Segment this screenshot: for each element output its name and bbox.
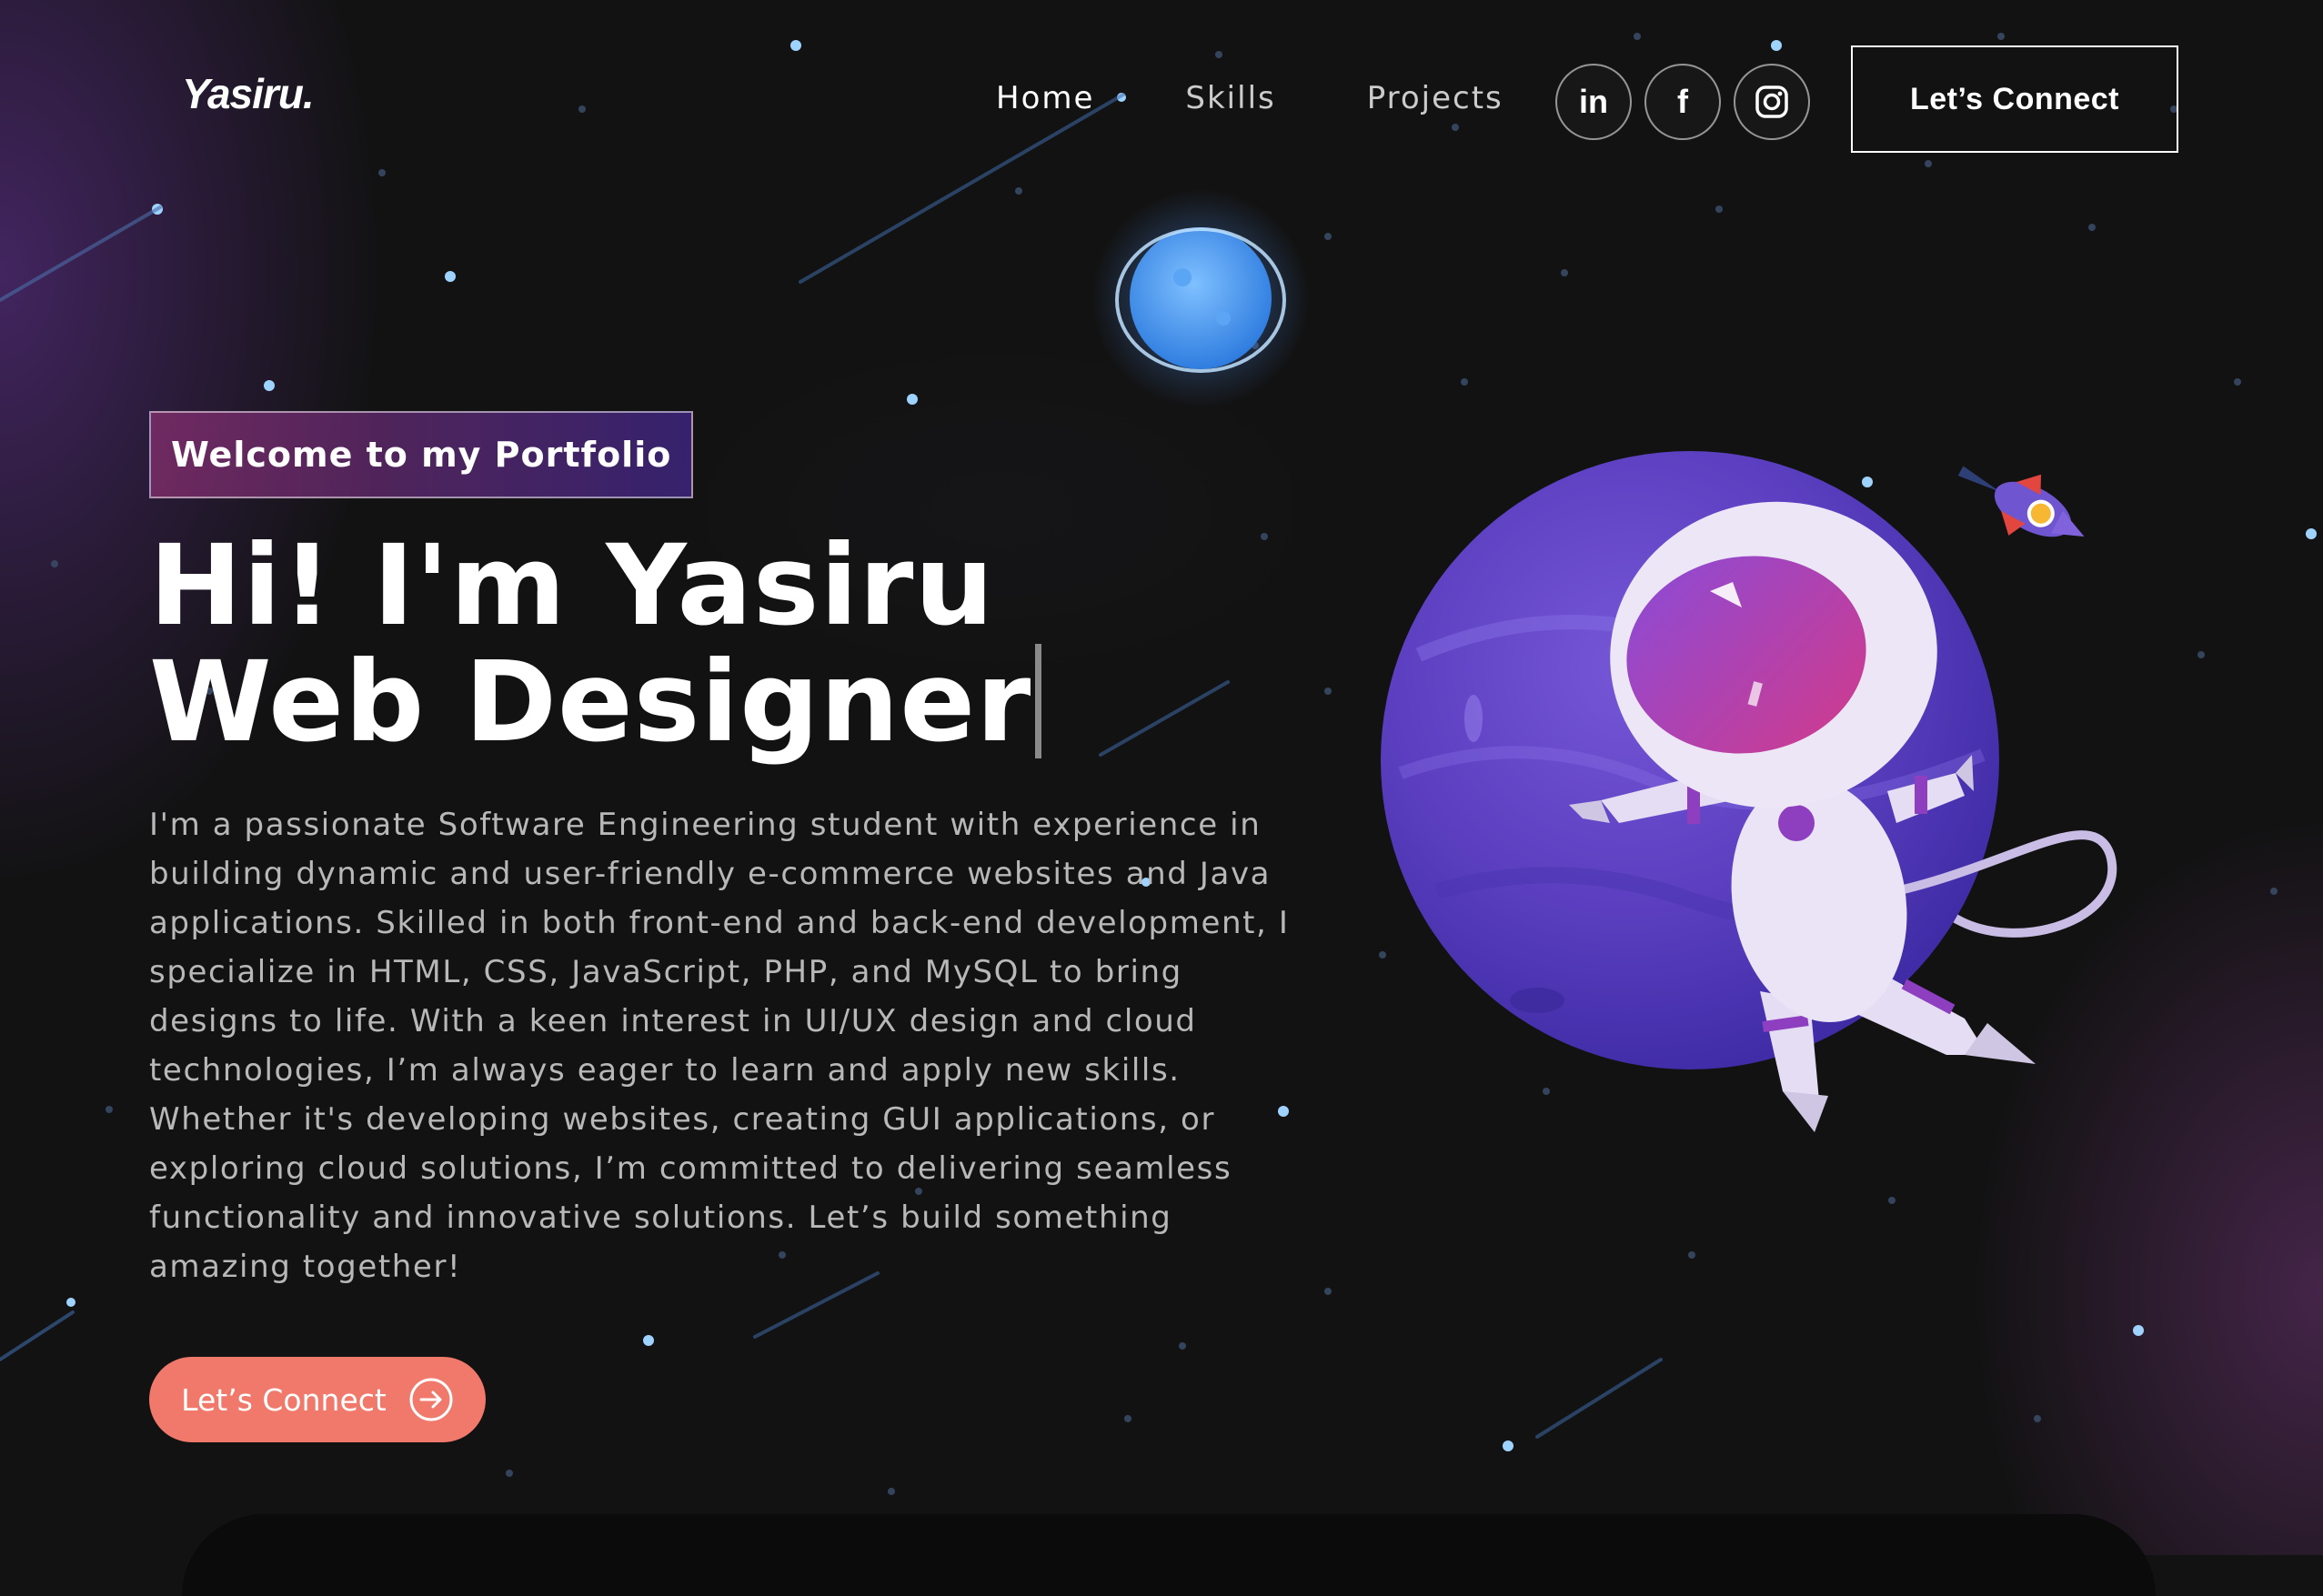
hero-illustration <box>1091 189 2117 1132</box>
facebook-icon[interactable]: f <box>1644 64 1721 140</box>
small-planet-icon <box>1091 189 1310 407</box>
nav-link-projects[interactable]: Projects <box>1367 80 1503 116</box>
connect-button-hero[interactable]: Let’s Connect <box>149 1357 486 1442</box>
hero-bio: I'm a passionate Software Engineering st… <box>149 807 1290 1285</box>
connect-button-nav[interactable]: Let’s Connect <box>1851 45 2178 153</box>
arrow-right-circle-icon <box>409 1378 453 1421</box>
tagline-badge: Welcome to my Portfolio <box>149 411 694 498</box>
hero-headline: Hi! I'm Yasiru Web Designer <box>149 521 1042 760</box>
typed-role: Web Designer <box>149 637 1032 767</box>
social-links: in f <box>1555 64 1810 140</box>
typing-cursor <box>1035 644 1042 758</box>
top-navbar: Yasiru. Home Skills Projects in f Let’s … <box>0 45 2323 156</box>
nav-links: Home Skills Projects <box>996 80 1594 116</box>
headline-line-2: Web Designer <box>149 644 1042 760</box>
cta-label: Let’s Connect <box>181 1381 387 1418</box>
linkedin-icon[interactable]: in <box>1555 64 1632 140</box>
headline-line-1: Hi! I'm Yasiru <box>149 521 995 650</box>
nav-link-skills[interactable]: Skills <box>1185 80 1275 116</box>
instagram-icon[interactable] <box>1734 64 1810 140</box>
site-logo[interactable]: Yasiru. <box>182 69 315 118</box>
nav-link-home[interactable]: Home <box>996 80 1094 116</box>
instagram-glyph <box>1755 85 1788 118</box>
rocket-icon <box>1957 466 2085 537</box>
